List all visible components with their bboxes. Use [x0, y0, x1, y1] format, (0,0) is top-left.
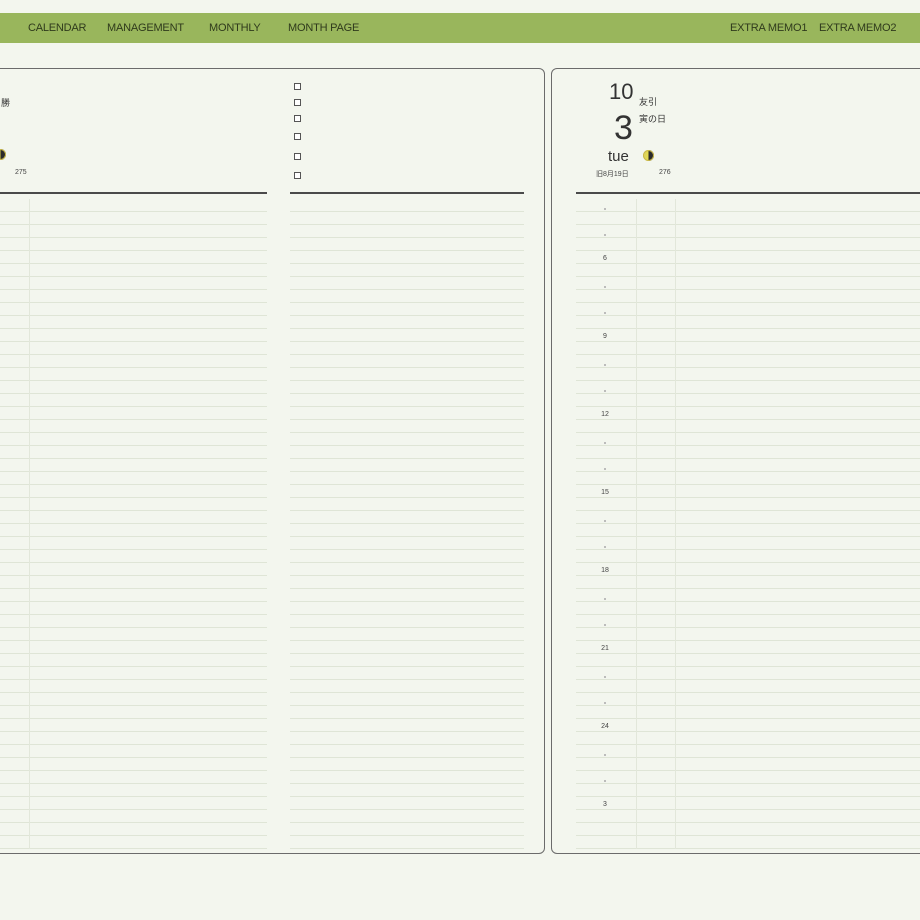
time-column-line — [636, 199, 637, 849]
hour-tick — [604, 624, 606, 626]
hour-tick — [604, 234, 606, 236]
header-divider — [576, 192, 920, 194]
hour-label: 12 — [601, 411, 609, 418]
header-divider-left — [0, 192, 267, 194]
day-of-year: 275 — [15, 169, 27, 176]
rokuyo-label: 勝 — [1, 98, 11, 108]
tab-extra-memo1[interactable]: EXTRA MEMO1 — [730, 13, 807, 43]
checkbox-icon[interactable] — [294, 83, 301, 90]
day-number: 3 — [614, 109, 633, 147]
hour-label: 6 — [603, 255, 607, 262]
hour-label: 15 — [601, 489, 609, 496]
header-divider-right — [290, 192, 524, 194]
hour-tick — [604, 676, 606, 678]
hour-tick — [604, 286, 606, 288]
tab-calendar[interactable]: CALENDAR — [28, 13, 87, 43]
hour-tick — [604, 754, 606, 756]
lunar-date: 旧8月19日 — [596, 171, 629, 178]
checkbox-icon[interactable] — [294, 115, 301, 122]
hour-tick — [604, 520, 606, 522]
hour-label: 24 — [601, 723, 609, 730]
hour-tick — [604, 780, 606, 782]
hour-label: 9 — [603, 333, 607, 340]
checkbox-icon[interactable] — [294, 133, 301, 140]
tab-month-page[interactable]: MONTH PAGE — [288, 13, 359, 43]
hour-tick — [604, 468, 606, 470]
hour-tick — [604, 702, 606, 704]
hour-tick — [604, 364, 606, 366]
hour-label: 3 — [603, 801, 607, 808]
rokuyo-label: 友引 — [639, 97, 658, 107]
weekday-label: tue — [608, 148, 629, 165]
event-label: 寅の日 — [639, 114, 667, 124]
writing-area-left[interactable] — [0, 199, 267, 849]
margin-line — [29, 199, 30, 849]
hour-tick — [604, 598, 606, 600]
hour-label: 18 — [601, 567, 609, 574]
hour-tick — [604, 208, 606, 210]
left-daily-page: 勝 275 — [0, 68, 545, 854]
tab-monthly[interactable]: MONTHLY — [209, 13, 261, 43]
schedule-area[interactable] — [576, 199, 920, 849]
hour-tick — [604, 442, 606, 444]
margin-line — [675, 199, 676, 849]
hour-tick — [604, 390, 606, 392]
checkbox-icon[interactable] — [294, 153, 301, 160]
day-of-year: 276 — [659, 169, 671, 176]
checkbox-icon[interactable] — [294, 99, 301, 106]
hour-label: 21 — [601, 645, 609, 652]
half-moon-icon — [643, 150, 654, 161]
hour-tick — [604, 546, 606, 548]
writing-area-right[interactable] — [290, 199, 524, 849]
month-number: 10 — [609, 79, 634, 104]
index-tab-bar: CALENDAR MANAGEMENT MONTHLY MONTH PAGE E… — [0, 13, 920, 43]
tab-management[interactable]: MANAGEMENT — [107, 13, 184, 43]
right-daily-page: 10 友引 寅の日 3 tue 旧8月19日 276 6 9 12 15 18 21 24 3 — [551, 68, 920, 854]
hour-tick — [604, 312, 606, 314]
tab-extra-memo2[interactable]: EXTRA MEMO2 — [819, 13, 896, 43]
checkbox-icon[interactable] — [294, 172, 301, 179]
half-moon-icon — [0, 149, 6, 160]
